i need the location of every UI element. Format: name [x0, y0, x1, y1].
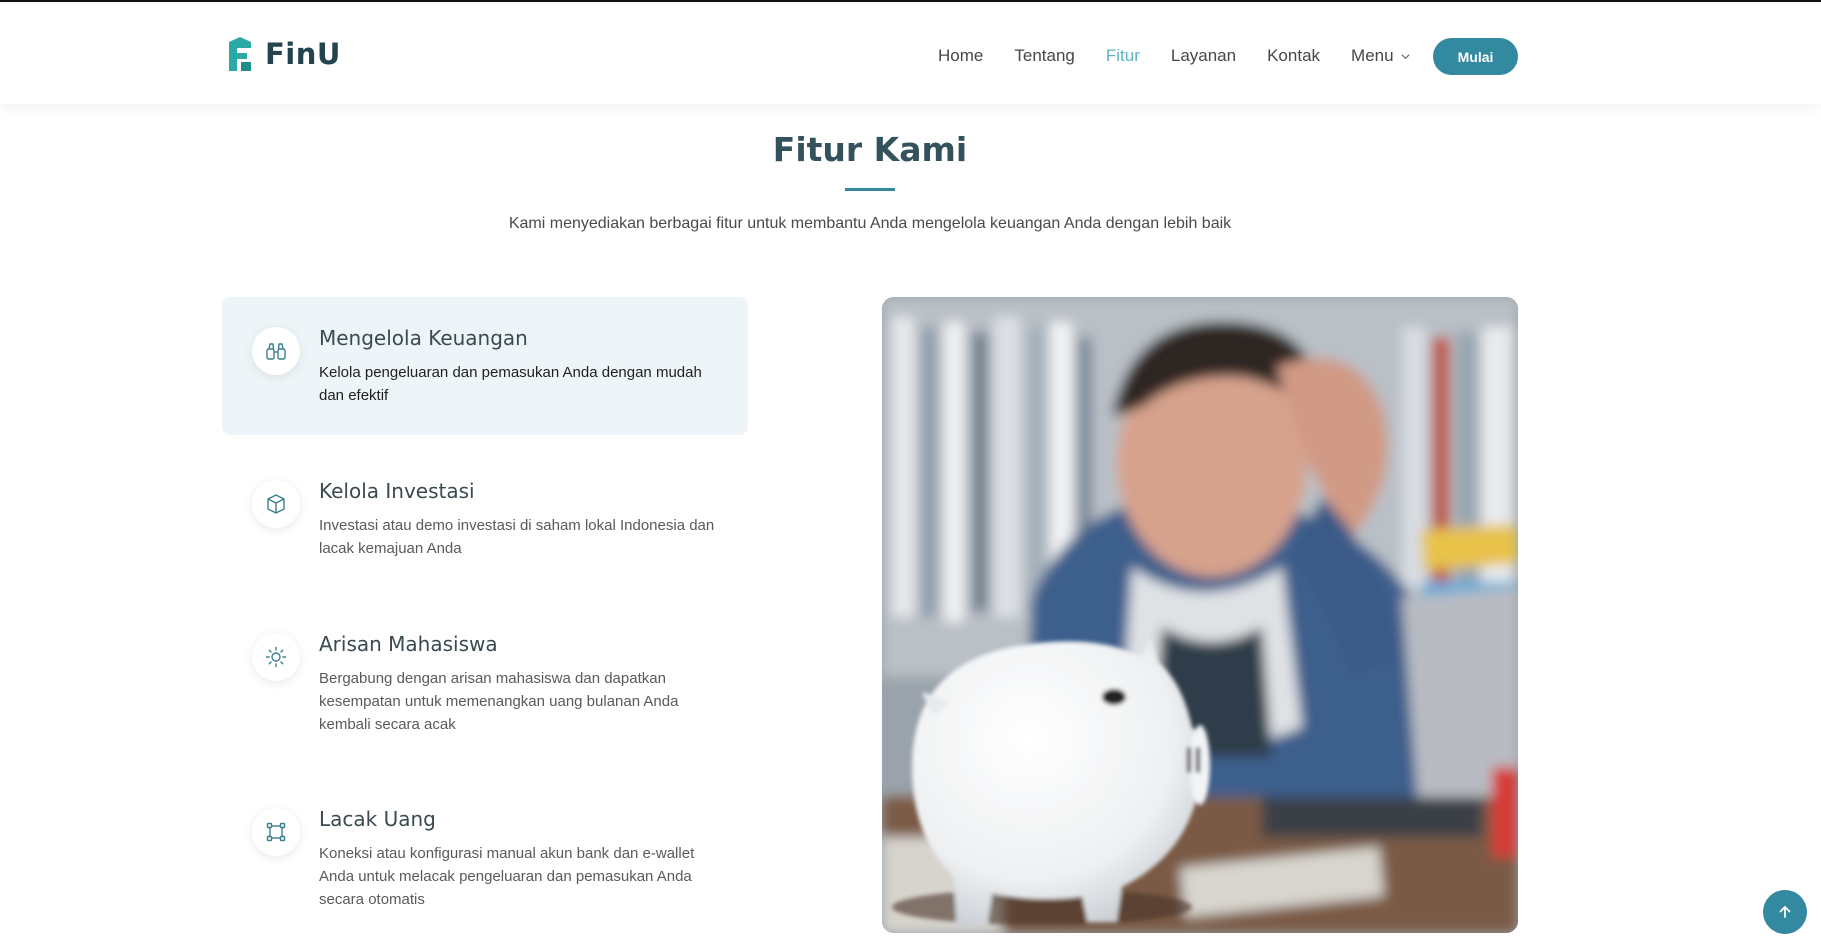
feature-card-lacak-uang[interactable]: Lacak Uang Koneksi atau konfigurasi manu… [222, 778, 748, 938]
brand-logo[interactable]: FinU [225, 36, 341, 72]
feature-illustration-image [882, 297, 1518, 933]
back-to-top-button[interactable] [1763, 890, 1807, 934]
stressed-student-piggy-bank-image [882, 297, 1518, 933]
bounding-box-icon [266, 822, 286, 842]
nav-item-kontak[interactable]: Kontak [1267, 46, 1320, 66]
feature-card-kelola-investasi[interactable]: Kelola Investasi Investasi atau demo inv… [222, 450, 748, 588]
feature-title: Mengelola Keuangan [319, 326, 528, 350]
feature-card-mengelola-keuangan[interactable]: Mengelola Keuangan Kelola pengeluaran da… [222, 297, 748, 435]
feature-icon-wrapper [252, 808, 300, 856]
mulai-button[interactable]: Mulai [1433, 38, 1518, 75]
feature-icon-wrapper [252, 480, 300, 528]
nav-menu-dropdown[interactable]: Menu [1351, 46, 1411, 66]
section-title: Fitur Kami [772, 130, 968, 169]
feature-description: Investasi atau demo investasi di saham l… [319, 517, 715, 557]
feature-description: Bergabung dengan arisan mahasiswa dan da… [319, 670, 679, 733]
nav-item-tentang[interactable]: Tentang [1014, 46, 1075, 66]
site-header: FinU Home Tentang Fitur Layanan Kontak M… [0, 4, 1821, 104]
nav-menu-label: Menu [1351, 46, 1394, 65]
feature-title: Arisan Mahasiswa [319, 632, 498, 656]
brand-name: FinU [265, 37, 341, 71]
main-nav: Home Tentang Fitur Layanan Kontak Menu [938, 36, 1442, 76]
sun-icon [265, 646, 287, 668]
feature-description: Kelola pengeluaran dan pemasukan Anda de… [319, 364, 702, 404]
feature-card-arisan-mahasiswa[interactable]: Arisan Mahasiswa Bergabung dengan arisan… [222, 603, 748, 763]
feature-icon-wrapper [252, 327, 300, 375]
section-subtitle: Kami menyediakan berbagai fitur untuk me… [508, 215, 1232, 232]
chevron-down-icon [1400, 53, 1410, 59]
finu-logo-icon [229, 37, 251, 71]
binoculars-icon [266, 343, 286, 360]
feature-icon-wrapper [252, 633, 300, 681]
nav-item-layanan[interactable]: Layanan [1171, 46, 1236, 66]
feature-description: Koneksi atau konfigurasi manual akun ban… [319, 845, 695, 908]
nav-item-home[interactable]: Home [938, 46, 983, 66]
nav-item-fitur[interactable]: Fitur [1106, 46, 1140, 66]
box-icon [267, 494, 285, 514]
title-underline [845, 188, 895, 191]
feature-title: Lacak Uang [319, 807, 436, 831]
arrow-up-icon [1779, 906, 1791, 918]
feature-title: Kelola Investasi [319, 479, 475, 503]
